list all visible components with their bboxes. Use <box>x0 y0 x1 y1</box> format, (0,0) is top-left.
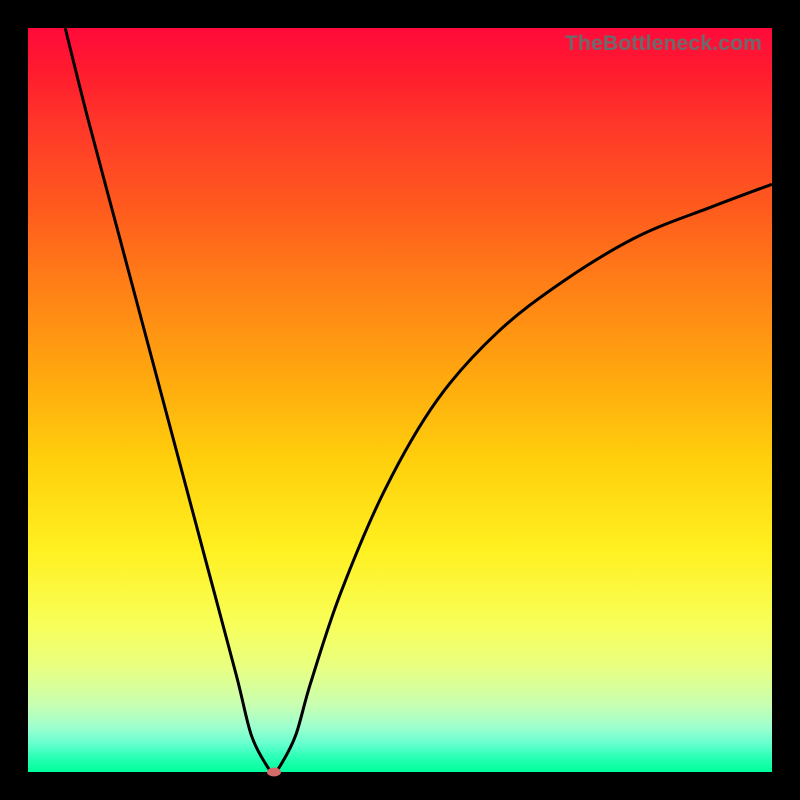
chart-frame: TheBottleneck.com <box>0 0 800 800</box>
curve-path <box>65 28 772 772</box>
plot-area: TheBottleneck.com <box>28 28 772 772</box>
min-marker <box>267 768 281 777</box>
bottleneck-curve <box>28 28 772 772</box>
